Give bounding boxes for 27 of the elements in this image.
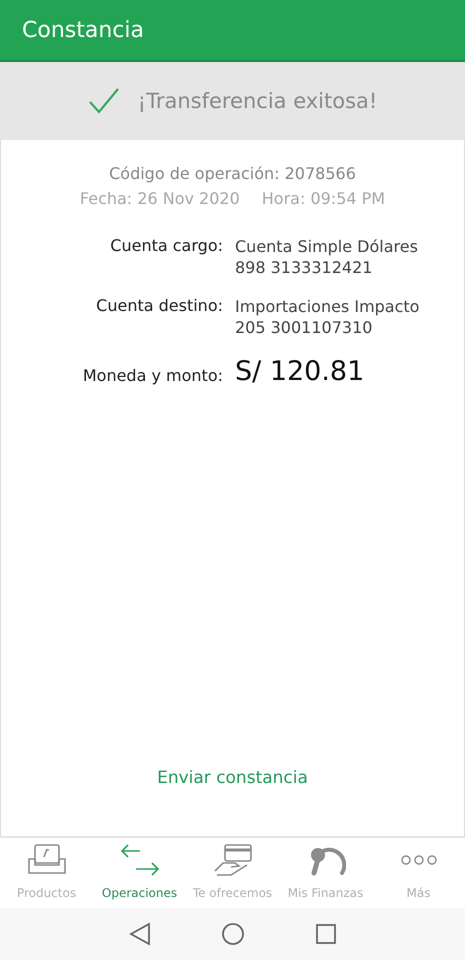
- nav-tab[interactable]: Más: [372, 838, 465, 908]
- more-icon: [398, 855, 438, 865]
- nav-tab[interactable]: Operaciones: [93, 838, 186, 908]
- detail-value: Importaciones Impacto: [235, 296, 420, 317]
- header-title: Constancia: [22, 18, 144, 42]
- detail-label: Cuenta destino:: [95, 296, 223, 315]
- detail-value: 898 3133312421: [235, 257, 374, 278]
- hand-card-icon: [212, 843, 252, 877]
- checkmark-icon: [88, 87, 120, 115]
- nav-tab[interactable]: Mis Finanzas: [279, 838, 372, 908]
- home-icon[interactable]: [220, 922, 244, 946]
- back-icon[interactable]: [128, 922, 150, 946]
- detail-label: Moneda y monto:: [82, 365, 223, 385]
- nav-tab[interactable]: Te ofrecemos: [186, 838, 279, 908]
- nav-tab[interactable]: Productos: [0, 838, 93, 908]
- operation-date: Fecha: 26 Nov 2020: [80, 189, 240, 208]
- detail-value: 205 3001107310: [235, 317, 374, 338]
- detail-label: Cuenta cargo:: [109, 236, 223, 255]
- success-message: ¡Transferencia exitosa!: [138, 89, 378, 113]
- tray-icon: [26, 843, 66, 877]
- operation-code: Código de operación: 2078566: [109, 164, 356, 183]
- transfer-arrows-icon: [120, 843, 160, 877]
- detail-value: Cuenta Simple Dólares: [235, 236, 419, 257]
- operation-time: Hora: 09:54 PM: [262, 189, 386, 208]
- send-receipt-link[interactable]: Enviar constancia: [157, 768, 308, 788]
- recents-icon[interactable]: [314, 923, 336, 945]
- amount-value: S/ 120.81: [235, 356, 366, 387]
